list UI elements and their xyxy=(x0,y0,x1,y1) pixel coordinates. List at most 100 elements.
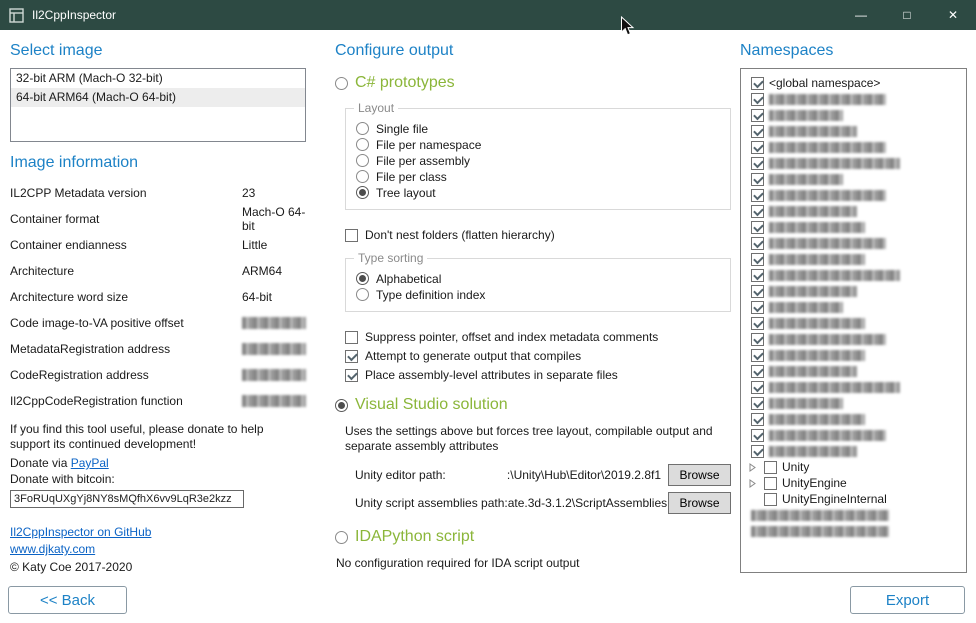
option-checkbox-row[interactable]: Attempt to generate output that compiles xyxy=(345,349,731,363)
namespace-row[interactable] xyxy=(746,347,961,363)
namespace-row[interactable] xyxy=(746,427,961,443)
namespace-row[interactable] xyxy=(746,411,961,427)
image-listbox[interactable]: 32-bit ARM (Mach-O 32-bit) 64-bit ARM64 … xyxy=(10,68,306,142)
radio-button[interactable] xyxy=(335,77,348,90)
ida-radio-row[interactable]: IDAPython script xyxy=(335,528,731,546)
back-button[interactable]: << Back xyxy=(8,586,127,614)
namespace-row[interactable] xyxy=(746,507,961,523)
namespace-row[interactable] xyxy=(746,395,961,411)
layout-option-row[interactable]: File per class xyxy=(356,169,720,184)
radio-button[interactable] xyxy=(356,122,369,135)
radio-button[interactable] xyxy=(335,399,348,412)
namespace-row[interactable] xyxy=(746,363,961,379)
checkbox[interactable] xyxy=(751,157,764,170)
checkbox[interactable] xyxy=(751,317,764,330)
namespace-row[interactable] xyxy=(746,91,961,107)
namespace-row[interactable] xyxy=(746,443,961,459)
vs-solution-radio-row[interactable]: Visual Studio solution xyxy=(335,396,731,414)
radio-button[interactable] xyxy=(356,138,369,151)
layout-option-row[interactable]: File per assembly xyxy=(356,153,720,168)
namespace-row[interactable]: UnityEngine xyxy=(746,475,961,491)
type-sorting-option-row[interactable]: Type definition index xyxy=(356,287,720,302)
minimize-button[interactable]: — xyxy=(838,0,884,30)
checkbox[interactable] xyxy=(751,285,764,298)
namespace-row[interactable] xyxy=(746,379,961,395)
layout-option-row[interactable]: Single file xyxy=(356,121,720,136)
namespace-row[interactable]: UnityEngineInternal xyxy=(746,491,961,507)
namespaces-panel[interactable]: <global namespace> xyxy=(740,68,967,573)
checkbox[interactable] xyxy=(751,301,764,314)
type-sorting-option-row[interactable]: Alphabetical xyxy=(356,271,720,286)
expander-icon[interactable] xyxy=(746,463,759,472)
namespace-row[interactable] xyxy=(746,219,961,235)
checkbox[interactable] xyxy=(751,269,764,282)
checkbox[interactable] xyxy=(751,173,764,186)
checkbox[interactable] xyxy=(764,461,777,474)
paypal-link[interactable]: PayPal xyxy=(71,456,109,470)
checkbox[interactable] xyxy=(751,109,764,122)
radio-button[interactable] xyxy=(356,154,369,167)
checkbox[interactable] xyxy=(751,93,764,106)
checkbox[interactable] xyxy=(751,333,764,346)
checkbox[interactable] xyxy=(751,237,764,250)
layout-option-row[interactable]: File per namespace xyxy=(356,137,720,152)
namespace-row[interactable] xyxy=(746,123,961,139)
namespace-row[interactable] xyxy=(746,171,961,187)
checkbox[interactable] xyxy=(751,445,764,458)
radio-button[interactable] xyxy=(356,272,369,285)
checkbox[interactable] xyxy=(751,413,764,426)
layout-option-row[interactable]: Tree layout xyxy=(356,185,720,200)
radio-button[interactable] xyxy=(356,288,369,301)
export-button[interactable]: Export xyxy=(850,586,965,614)
website-link[interactable]: www.djkaty.com xyxy=(10,542,306,556)
checkbox[interactable] xyxy=(751,381,764,394)
checkbox[interactable] xyxy=(764,477,777,490)
namespace-row[interactable] xyxy=(746,267,961,283)
namespace-row[interactable]: Unity xyxy=(746,459,961,475)
checkbox[interactable] xyxy=(751,365,764,378)
namespace-row[interactable] xyxy=(746,107,961,123)
checkbox[interactable] xyxy=(751,205,764,218)
browse-script-path-button[interactable]: Browse xyxy=(668,492,731,514)
radio-button[interactable] xyxy=(335,531,348,544)
namespace-row[interactable] xyxy=(746,235,961,251)
namespace-row[interactable] xyxy=(746,523,961,539)
namespace-row[interactable] xyxy=(746,155,961,171)
radio-button[interactable] xyxy=(356,186,369,199)
expander-icon[interactable] xyxy=(746,479,759,488)
listbox-item[interactable]: 64-bit ARM64 (Mach-O 64-bit) xyxy=(11,88,305,107)
namespace-row[interactable] xyxy=(746,203,961,219)
option-checkbox-row[interactable]: Place assembly-level attributes in separ… xyxy=(345,368,731,382)
checkbox[interactable] xyxy=(345,229,358,242)
csharp-prototypes-radio-row[interactable]: C# prototypes xyxy=(335,74,731,92)
github-link[interactable]: Il2CppInspector on GitHub xyxy=(10,525,306,539)
maximize-button[interactable]: □ xyxy=(884,0,930,30)
namespace-row[interactable] xyxy=(746,315,961,331)
checkbox[interactable] xyxy=(751,77,764,90)
checkbox[interactable] xyxy=(764,493,777,506)
unity-script-path-value[interactable]: ate.3d-3.1.2\ScriptAssemblies xyxy=(508,496,668,510)
checkbox[interactable] xyxy=(751,189,764,202)
checkbox[interactable] xyxy=(345,369,358,382)
listbox-item[interactable]: 32-bit ARM (Mach-O 32-bit) xyxy=(11,69,305,88)
namespace-row[interactable] xyxy=(746,251,961,267)
checkbox[interactable] xyxy=(751,349,764,362)
checkbox[interactable] xyxy=(751,397,764,410)
namespace-row[interactable] xyxy=(746,299,961,315)
option-checkbox-row[interactable]: Suppress pointer, offset and index metad… xyxy=(345,330,731,344)
checkbox[interactable] xyxy=(751,141,764,154)
checkbox[interactable] xyxy=(345,331,358,344)
radio-button[interactable] xyxy=(356,170,369,183)
namespace-row[interactable] xyxy=(746,187,961,203)
checkbox[interactable] xyxy=(751,429,764,442)
browse-editor-path-button[interactable]: Browse xyxy=(668,464,731,486)
close-button[interactable]: ✕ xyxy=(930,0,976,30)
checkbox[interactable] xyxy=(345,350,358,363)
namespace-row[interactable] xyxy=(746,283,961,299)
namespace-row[interactable] xyxy=(746,331,961,347)
flatten-checkbox-row[interactable]: Don't nest folders (flatten hierarchy) xyxy=(345,228,731,242)
checkbox[interactable] xyxy=(751,253,764,266)
titlebar[interactable]: Il2CppInspector — □ ✕ xyxy=(0,0,976,30)
unity-editor-path-value[interactable]: :\Unity\Hub\Editor\2019.2.8f1 xyxy=(446,468,668,482)
namespace-row[interactable] xyxy=(746,139,961,155)
